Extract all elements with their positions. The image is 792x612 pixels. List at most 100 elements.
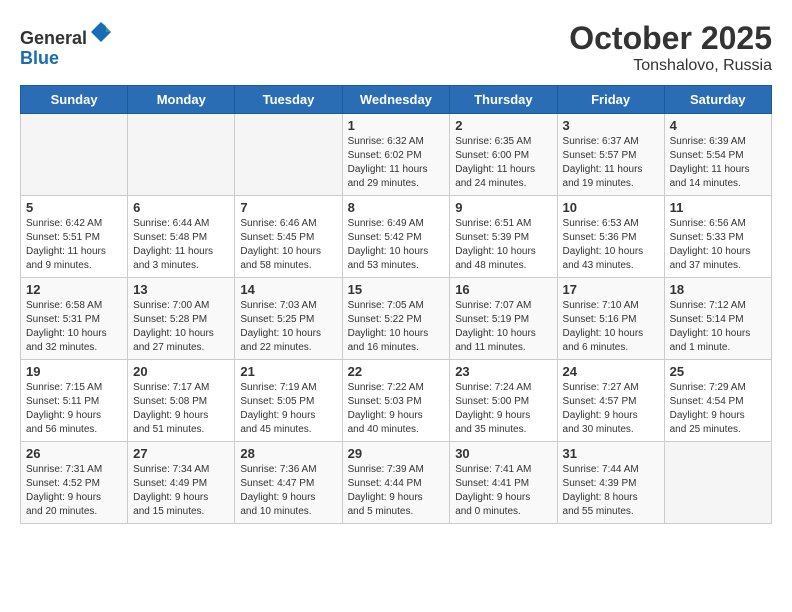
calendar-cell: 2 Sunrise: 6:35 AMSunset: 6:00 PMDaylight… [450,114,557,196]
calendar-cell: 9 Sunrise: 6:51 AMSunset: 5:39 PMDaylight… [450,196,557,278]
day-info: Sunrise: 6:35 AMSunset: 6:00 PMDaylight:… [455,135,551,191]
calendar-cell: 16Sunrise: 7:07 AMSunset: 5:19 PMDayligh… [450,278,557,360]
day-info: Sunrise: 7:17 AMSunset: 5:08 PMDaylight:… [133,381,229,437]
day-info: Sunrise: 7:03 AMSunset: 5:25 PMDaylight:… [240,299,336,355]
calendar-cell: 21 Sunrise: 7:19 AMSunset: 5:05 PMDayligh… [235,360,342,442]
calendar-week-row: 26 Sunrise: 7:31 AMSunset: 4:52 PMDayligh… [21,442,772,524]
weekday-header-sunday: Sunday [21,86,128,114]
day-number: 9 [455,200,551,215]
calendar-cell: 15 Sunrise: 7:05 AMSunset: 5:22 PMDayligh… [342,278,450,360]
day-info: Sunrise: 6:44 AMSunset: 5:48 PMDaylight:… [133,217,229,273]
calendar-cell: 22 Sunrise: 7:22 AMSunset: 5:03 PMDayligh… [342,360,450,442]
calendar-cell: 25 Sunrise: 7:29 AMSunset: 4:54 PMDayligh… [664,360,771,442]
calendar-cell: 31 Sunrise: 7:44 AMSunset: 4:39 PMDayligh… [557,442,664,524]
day-number: 8 [348,200,445,215]
calendar-cell: 8 Sunrise: 6:49 AMSunset: 5:42 PMDaylight… [342,196,450,278]
day-info: Sunrise: 7:27 AMSunset: 4:57 PMDaylight:… [563,381,659,437]
day-info: Sunrise: 7:39 AMSunset: 4:44 PMDaylight:… [348,463,445,519]
calendar-cell: 7 Sunrise: 6:46 AMSunset: 5:45 PMDaylight… [235,196,342,278]
day-info: Sunrise: 7:31 AMSunset: 4:52 PMDaylight:… [26,463,122,519]
day-number: 17 [563,282,659,297]
weekday-header-saturday: Saturday [664,86,771,114]
calendar-cell: 23Sunrise: 7:24 AMSunset: 5:00 PMDayligh… [450,360,557,442]
day-number: 12 [26,282,122,297]
calendar-week-row: 1Sunrise: 6:32 AMSunset: 6:02 PMDaylight… [21,114,772,196]
calendar-cell [235,114,342,196]
calendar-title: October 2025 [569,20,772,57]
day-info: Sunrise: 6:46 AMSunset: 5:45 PMDaylight:… [240,217,336,273]
day-info: Sunrise: 6:49 AMSunset: 5:42 PMDaylight:… [348,217,445,273]
day-info: Sunrise: 7:15 AMSunset: 5:11 PMDaylight:… [26,381,122,437]
day-info: Sunrise: 7:00 AMSunset: 5:28 PMDaylight:… [133,299,229,355]
day-number: 21 [240,364,336,379]
day-info: Sunrise: 7:05 AMSunset: 5:22 PMDaylight:… [348,299,445,355]
day-info: Sunrise: 7:22 AMSunset: 5:03 PMDaylight:… [348,381,445,437]
calendar-cell: 10 Sunrise: 6:53 AMSunset: 5:36 PMDayligh… [557,196,664,278]
day-number: 4 [670,118,766,133]
day-info: Sunrise: 6:32 AMSunset: 6:02 PMDaylight:… [348,135,445,191]
day-info: Sunrise: 7:44 AMSunset: 4:39 PMDaylight:… [563,463,659,519]
day-number: 26 [26,446,122,461]
calendar-cell: 29 Sunrise: 7:39 AMSunset: 4:44 PMDayligh… [342,442,450,524]
calendar-cell: 30Sunrise: 7:41 AMSunset: 4:41 PMDayligh… [450,442,557,524]
day-number: 30 [455,446,551,461]
logo-blue-text: Blue [20,48,59,68]
calendar-week-row: 12 Sunrise: 6:58 AMSunset: 5:31 PMDayligh… [21,278,772,360]
day-number: 31 [563,446,659,461]
day-number: 5 [26,200,122,215]
day-info: Sunrise: 6:58 AMSunset: 5:31 PMDaylight:… [26,299,122,355]
title-block: October 2025 Tonshalovo, Russia [569,20,772,75]
day-info: Sunrise: 6:56 AMSunset: 5:33 PMDaylight:… [670,217,766,273]
day-number: 18 [670,282,766,297]
day-number: 19 [26,364,122,379]
weekday-header-tuesday: Tuesday [235,86,342,114]
logo-general-text: General [20,28,87,48]
calendar-table: SundayMondayTuesdayWednesdayThursdayFrid… [20,85,772,524]
weekday-header-thursday: Thursday [450,86,557,114]
calendar-cell: 28 Sunrise: 7:36 AMSunset: 4:47 PMDayligh… [235,442,342,524]
weekday-header-monday: Monday [128,86,235,114]
calendar-cell: 5Sunrise: 6:42 AMSunset: 5:51 PMDaylight… [21,196,128,278]
day-info: Sunrise: 7:34 AMSunset: 4:49 PMDaylight:… [133,463,229,519]
day-info: Sunrise: 6:37 AMSunset: 5:57 PMDaylight:… [563,135,659,191]
day-number: 25 [670,364,766,379]
calendar-cell: 20 Sunrise: 7:17 AMSunset: 5:08 PMDayligh… [128,360,235,442]
calendar-cell: 14Sunrise: 7:03 AMSunset: 5:25 PMDayligh… [235,278,342,360]
day-number: 27 [133,446,229,461]
day-number: 7 [240,200,336,215]
calendar-cell: 19 Sunrise: 7:15 AMSunset: 5:11 PMDayligh… [21,360,128,442]
day-info: Sunrise: 7:29 AMSunset: 4:54 PMDaylight:… [670,381,766,437]
page-header: General Blue October 2025 Tonshalovo, Ru… [20,20,772,75]
day-number: 10 [563,200,659,215]
calendar-cell [21,114,128,196]
day-number: 28 [240,446,336,461]
calendar-cell: 1Sunrise: 6:32 AMSunset: 6:02 PMDaylight… [342,114,450,196]
calendar-cell: 26 Sunrise: 7:31 AMSunset: 4:52 PMDayligh… [21,442,128,524]
day-number: 22 [348,364,445,379]
weekday-header-row: SundayMondayTuesdayWednesdayThursdayFrid… [21,86,772,114]
day-number: 11 [670,200,766,215]
day-info: Sunrise: 7:19 AMSunset: 5:05 PMDaylight:… [240,381,336,437]
day-info: Sunrise: 7:12 AMSunset: 5:14 PMDaylight:… [670,299,766,355]
day-number: 15 [348,282,445,297]
calendar-cell [664,442,771,524]
calendar-subtitle: Tonshalovo, Russia [569,57,772,75]
calendar-cell [128,114,235,196]
day-number: 20 [133,364,229,379]
day-number: 2 [455,118,551,133]
day-info: Sunrise: 6:51 AMSunset: 5:39 PMDaylight:… [455,217,551,273]
day-info: Sunrise: 7:24 AMSunset: 5:00 PMDaylight:… [455,381,551,437]
calendar-cell: 18 Sunrise: 7:12 AMSunset: 5:14 PMDayligh… [664,278,771,360]
calendar-cell: 27 Sunrise: 7:34 AMSunset: 4:49 PMDayligh… [128,442,235,524]
calendar-cell: 17Sunrise: 7:10 AMSunset: 5:16 PMDayligh… [557,278,664,360]
day-number: 3 [563,118,659,133]
logo-icon [89,20,113,44]
weekday-header-friday: Friday [557,86,664,114]
calendar-cell: 4 Sunrise: 6:39 AMSunset: 5:54 PMDaylight… [664,114,771,196]
calendar-week-row: 5Sunrise: 6:42 AMSunset: 5:51 PMDaylight… [21,196,772,278]
day-number: 29 [348,446,445,461]
day-info: Sunrise: 7:07 AMSunset: 5:19 PMDaylight:… [455,299,551,355]
day-info: Sunrise: 7:36 AMSunset: 4:47 PMDaylight:… [240,463,336,519]
day-info: Sunrise: 6:39 AMSunset: 5:54 PMDaylight:… [670,135,766,191]
day-info: Sunrise: 6:53 AMSunset: 5:36 PMDaylight:… [563,217,659,273]
